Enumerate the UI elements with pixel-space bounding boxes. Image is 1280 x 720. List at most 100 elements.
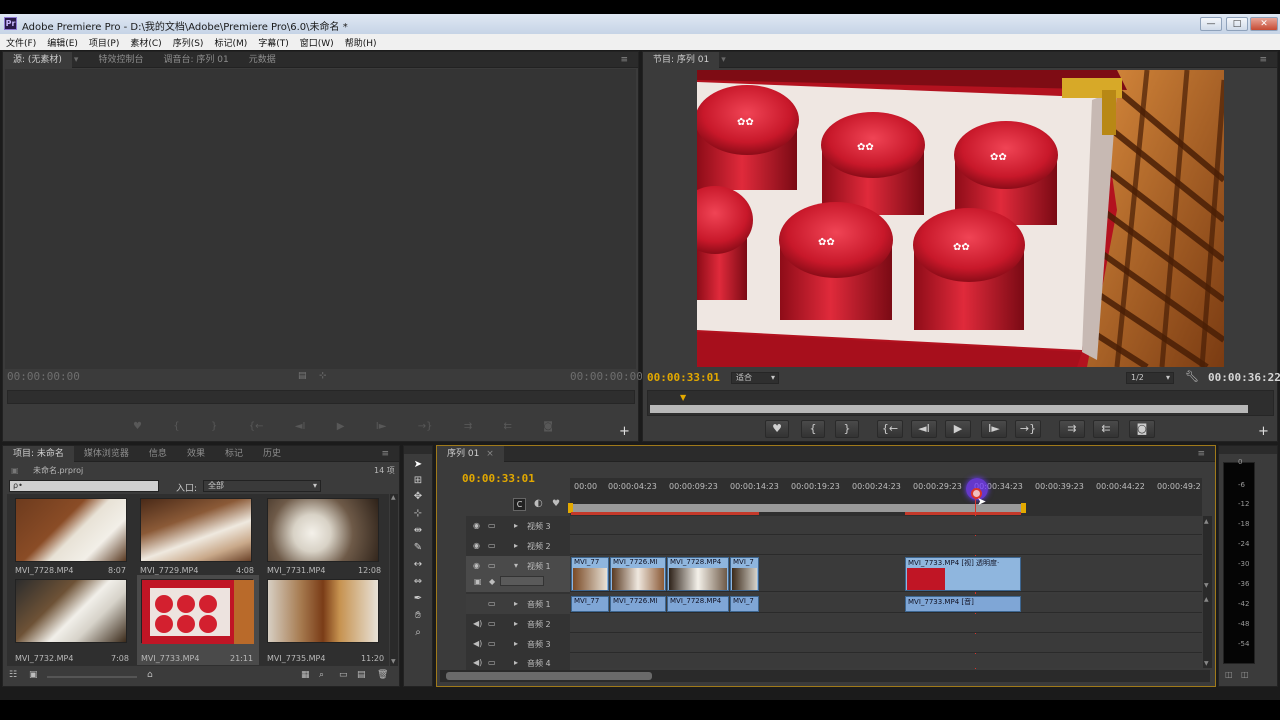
tab-menu-arrow-icon[interactable]: ▾: [72, 52, 89, 68]
timeline-horizontal-scrollbar[interactable]: [440, 670, 1210, 682]
tab-project[interactable]: 项目: 未命名: [3, 445, 74, 462]
work-area-end-handle[interactable]: [1021, 503, 1026, 513]
entry-select[interactable]: 全部 ▾: [203, 480, 321, 492]
tab-program[interactable]: 节目: 序列 01: [643, 51, 720, 68]
menu-sequence[interactable]: 序列(S): [173, 36, 204, 49]
audio-clip[interactable]: MVI_7: [730, 596, 759, 612]
program-mark-out-button[interactable]: }: [835, 420, 859, 438]
video-clip-7733[interactable]: MVI_7733.MP4 [视] 透明度·: [905, 557, 1021, 591]
source-export-frame-icon[interactable]: ◙: [543, 421, 553, 439]
audio-solo-right-icon[interactable]: ◫: [1241, 670, 1249, 679]
program-mark-in-button[interactable]: {: [801, 420, 825, 438]
program-panel-menu-icon[interactable]: ≡: [1259, 55, 1267, 65]
audio-clip[interactable]: MVI_77: [571, 596, 609, 612]
track-v1-keyframe-nav[interactable]: [500, 576, 544, 586]
search-icon[interactable]: ⌕: [319, 670, 324, 680]
clip-thumbnail-7729[interactable]: [140, 498, 252, 562]
track-a2-lock-icon[interactable]: ▭: [488, 619, 496, 628]
track-a3-expand-icon[interactable]: ▸: [514, 639, 518, 648]
track-a2-expand-icon[interactable]: ▸: [514, 619, 518, 628]
program-tab-arrow-icon[interactable]: ▾: [719, 52, 736, 68]
menu-edit[interactable]: 编辑(E): [47, 36, 78, 49]
track-a2-speaker-icon[interactable]: ◀): [473, 619, 482, 628]
track-v3-eye-icon[interactable]: ◉: [473, 521, 480, 530]
program-timecode-current[interactable]: 00:00:33:01: [647, 371, 720, 384]
source-goto-in-icon[interactable]: {←: [249, 421, 264, 439]
menu-help[interactable]: 帮助(H): [345, 36, 377, 49]
source-marker-icon[interactable]: ♥: [133, 421, 142, 439]
rolling-edit-tool-icon[interactable]: ⊹: [410, 507, 426, 521]
zoom-tool-icon[interactable]: ⌕: [410, 626, 426, 640]
track-v3-lock-icon[interactable]: ▭: [488, 521, 496, 530]
source-step-back-icon[interactable]: ◄I: [295, 421, 306, 439]
track-a3-speaker-icon[interactable]: ◀): [473, 639, 482, 648]
tab-source[interactable]: 源: (无素材): [3, 51, 72, 68]
menu-marker[interactable]: 标记(M): [214, 36, 247, 49]
ripple-edit-tool-icon[interactable]: ✥: [410, 490, 426, 504]
program-export-frame-button[interactable]: ◙: [1129, 420, 1155, 438]
program-play-button[interactable]: ▶: [945, 420, 971, 438]
video-clip[interactable]: MVI_7728.MP4: [667, 557, 729, 591]
snap-icon[interactable]: C: [513, 498, 526, 511]
video-clip[interactable]: MVI_7: [730, 557, 759, 591]
source-mark-out-icon[interactable]: }: [211, 421, 217, 439]
source-drag-audio-icon[interactable]: ⊹: [319, 371, 327, 381]
program-step-back-button[interactable]: ◄I: [911, 420, 937, 438]
thumbnail-zoom-slider[interactable]: [47, 676, 137, 678]
menu-title[interactable]: 字幕(T): [258, 36, 289, 49]
menu-window[interactable]: 窗口(W): [300, 36, 334, 49]
source-insert-icon[interactable]: ⇉: [464, 421, 472, 439]
track-v1-keyframe-icon[interactable]: ◆: [489, 577, 495, 586]
program-add-marker-button[interactable]: ♥: [765, 420, 789, 438]
audio-solo-left-icon[interactable]: ◫: [1225, 670, 1233, 679]
delete-icon[interactable]: 🗑︎: [377, 670, 388, 680]
tab-markers[interactable]: 标记: [215, 446, 253, 462]
razor-tool-icon[interactable]: ✎: [410, 541, 426, 555]
clip-thumbnail-7732[interactable]: [15, 579, 127, 643]
tab-sequence-01[interactable]: 序列 01 ×: [437, 445, 504, 462]
track-v1-lock-icon[interactable]: ▭: [488, 561, 496, 570]
tab-effect-controls[interactable]: 特效控制台: [88, 52, 153, 68]
track-v3-expand-icon[interactable]: ▸: [514, 521, 518, 530]
source-mark-in-icon[interactable]: {: [173, 421, 179, 439]
menu-file[interactable]: 文件(F): [6, 36, 36, 49]
track-a4-lane[interactable]: [570, 654, 1202, 668]
track-a4-lock-icon[interactable]: ▭: [488, 658, 496, 667]
program-add-button[interactable]: +: [1258, 424, 1269, 439]
slide-tool-icon[interactable]: ⇔: [410, 575, 426, 589]
program-goto-in-button[interactable]: {←: [877, 420, 903, 438]
clip-thumbnail-7728[interactable]: [15, 498, 127, 562]
track-a3-lane[interactable]: [570, 634, 1202, 653]
timeline-tab-close-icon[interactable]: ×: [486, 449, 494, 459]
source-overlay-icon[interactable]: ⇇: [504, 421, 512, 439]
timeline-scroll-down-icon[interactable]: ▼: [1204, 660, 1209, 667]
clip-thumbnail-7735[interactable]: [267, 579, 379, 643]
source-goto-out-icon[interactable]: →}: [418, 421, 433, 439]
track-select-tool-icon[interactable]: ⊞: [410, 474, 426, 488]
tab-history[interactable]: 历史: [253, 446, 291, 462]
add-marker-icon[interactable]: ♥: [552, 499, 560, 509]
tab-media-browser[interactable]: 媒体浏览器: [74, 446, 139, 462]
timeline-vertical-scrollbar[interactable]: ▲ ▼ ▲ ▼: [1203, 516, 1212, 668]
program-resolution-select[interactable]: 1/2 ▾: [1126, 372, 1174, 384]
project-scrollbar[interactable]: ▲ ▼: [390, 494, 398, 666]
timeline-scroll-mid-icon[interactable]: ▼: [1204, 582, 1209, 589]
selection-tool-icon[interactable]: ➤: [410, 458, 426, 472]
list-view-icon[interactable]: ☷: [9, 670, 17, 680]
tab-effects[interactable]: 效果: [177, 446, 215, 462]
track-a1-expand-icon[interactable]: ▸: [514, 599, 518, 608]
icon-view-icon[interactable]: ▣: [29, 670, 38, 680]
track-v1-collapse-icon[interactable]: ▾: [514, 561, 518, 570]
track-v2-expand-icon[interactable]: ▸: [514, 541, 518, 550]
track-a4-speaker-icon[interactable]: ◀): [473, 658, 482, 667]
new-item-icon[interactable]: ▤: [357, 670, 366, 680]
clip-thumbnail-7733[interactable]: [141, 579, 254, 644]
close-button[interactable]: ✕: [1250, 17, 1278, 31]
clip-thumbnail-7731[interactable]: [267, 498, 379, 562]
slip-tool-icon[interactable]: ↔: [410, 558, 426, 572]
track-v2-eye-icon[interactable]: ◉: [473, 541, 480, 550]
program-step-forward-button[interactable]: I►: [981, 420, 1007, 438]
track-v1-eye-icon[interactable]: ◉: [473, 561, 480, 570]
menu-clip[interactable]: 素材(C): [130, 36, 161, 49]
program-scrub-area[interactable]: ▼: [647, 390, 1274, 416]
